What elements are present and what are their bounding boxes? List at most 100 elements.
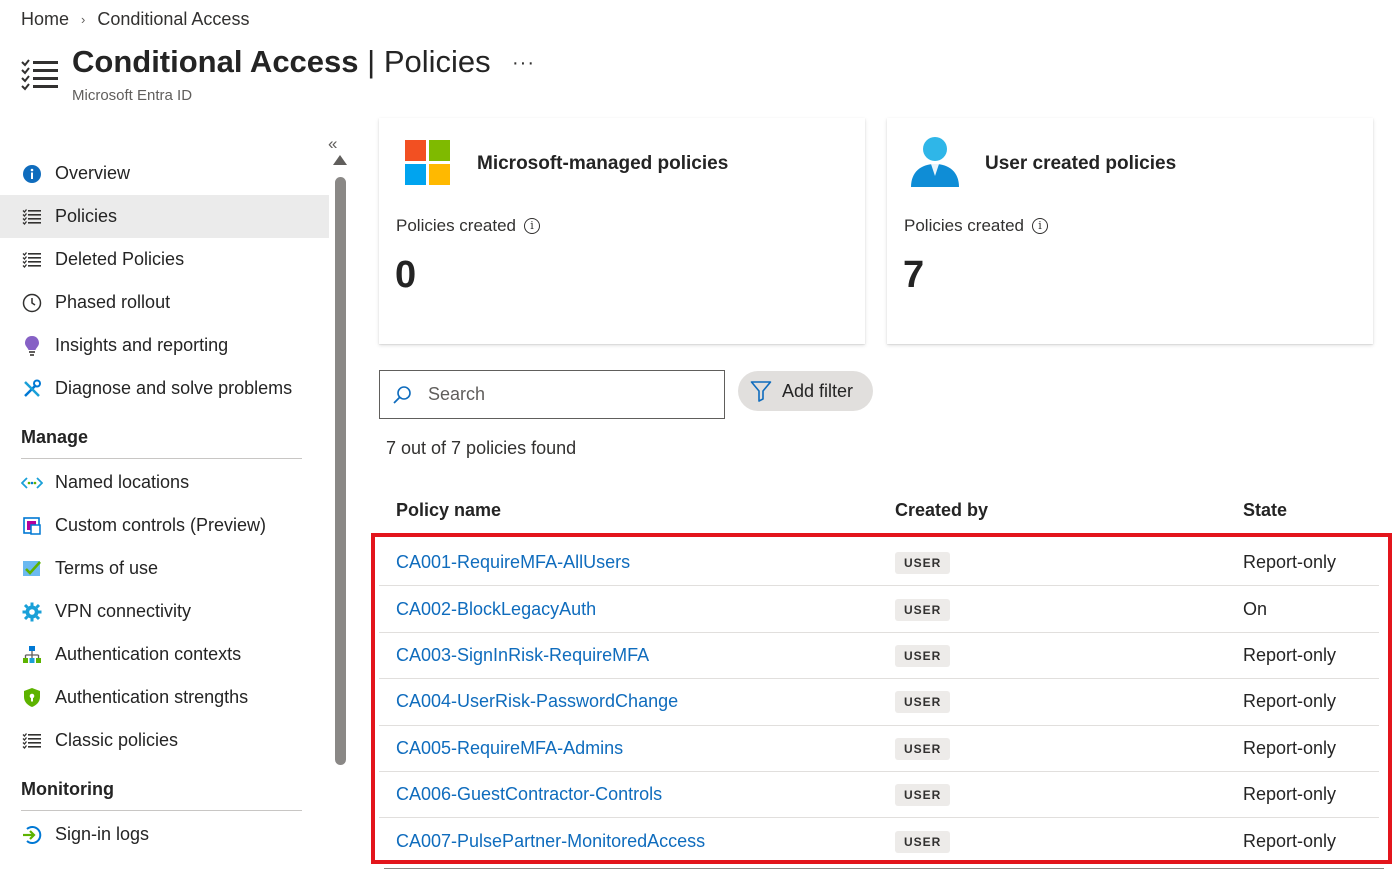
- sidebar-item-deleted-policies[interactable]: Deleted Policies: [0, 238, 329, 281]
- scroll-up-arrow-icon[interactable]: [333, 155, 347, 165]
- table-row[interactable]: CA007-PulsePartner-MonitoredAccess USER …: [379, 818, 1379, 864]
- terms-checkmark-icon: [21, 558, 43, 580]
- created-by-badge: USER: [895, 644, 951, 667]
- hierarchy-icon: [21, 644, 43, 666]
- clock-icon: [21, 292, 43, 314]
- column-header-state[interactable]: State: [1243, 500, 1373, 521]
- policy-name-link[interactable]: CA007-PulsePartner-MonitoredAccess: [396, 831, 705, 851]
- info-circle-icon[interactable]: i: [524, 218, 541, 234]
- sign-in-arrow-icon: [21, 824, 43, 846]
- search-icon: [393, 385, 411, 404]
- card-subtitle: Policies created i: [904, 216, 1049, 236]
- wrench-icon: [21, 378, 43, 400]
- add-filter-label: Add filter: [782, 380, 854, 401]
- table-header: Policy name Created by State: [379, 490, 1379, 530]
- sidebar-item-terms-of-use[interactable]: Terms of use: [0, 547, 329, 590]
- policy-state: Report-only: [1243, 784, 1337, 805]
- breadcrumb-conditional-access[interactable]: Conditional Access: [97, 9, 249, 30]
- monitoring-divider: [21, 810, 302, 811]
- policy-state: Report-only: [1243, 737, 1337, 758]
- microsoft-logo-icon: [405, 140, 450, 185]
- card-subtitle-label: Policies created: [904, 216, 1025, 235]
- policy-state: On: [1243, 598, 1268, 619]
- page-subtitle: Microsoft Entra ID: [72, 87, 193, 104]
- user-icon: [911, 137, 959, 187]
- sidebar-item-label: Diagnose and solve problems: [55, 378, 293, 398]
- policy-state: Report-only: [1243, 644, 1337, 665]
- sidebar-item-named-locations[interactable]: Named locations: [0, 461, 329, 504]
- table-bottom-divider: [384, 868, 1384, 869]
- column-header-created-by[interactable]: Created by: [878, 500, 1243, 521]
- more-options-button[interactable]: ···: [512, 52, 535, 75]
- search-input[interactable]: [428, 384, 698, 405]
- policy-state: Report-only: [1243, 552, 1337, 573]
- search-box[interactable]: [379, 370, 725, 419]
- sidebar-item-phased-rollout[interactable]: Phased rollout: [0, 281, 329, 324]
- sidebar-item-label: VPN connectivity: [55, 601, 192, 621]
- table-row[interactable]: CA006-GuestContractor-Controls USER Repo…: [379, 772, 1379, 819]
- sidebar-item-label: Classic policies: [55, 730, 179, 750]
- collapse-sidebar-button[interactable]: «: [328, 134, 337, 154]
- page-title: Conditional Access | Policies: [72, 44, 491, 80]
- result-count: 7 out of 7 policies found: [386, 438, 577, 458]
- policies-created-count: 7: [903, 254, 925, 296]
- table-row[interactable]: CA003-SignInRisk-RequireMFA USER Report-…: [379, 633, 1379, 680]
- shield-icon: [21, 687, 43, 709]
- sidebar-item-insights-reporting[interactable]: Insights and reporting: [0, 324, 329, 367]
- created-by-badge: USER: [895, 737, 951, 760]
- breadcrumb-home[interactable]: Home: [21, 9, 69, 30]
- sidebar-item-custom-controls[interactable]: Custom controls (Preview): [0, 504, 329, 547]
- table-body: CA001-RequireMFA-AllUsers USER Report-on…: [379, 540, 1379, 865]
- sidebar-item-label: Custom controls (Preview): [55, 515, 267, 535]
- table-row[interactable]: CA001-RequireMFA-AllUsers USER Report-on…: [379, 540, 1379, 587]
- sidebar-item-sign-in-logs[interactable]: Sign-in logs: [0, 813, 329, 856]
- scrollbar-thumb[interactable]: [335, 177, 346, 765]
- sidebar-item-classic-policies[interactable]: Classic policies: [0, 719, 329, 762]
- policies-created-count: 0: [395, 254, 417, 296]
- sidebar-item-label: Overview: [55, 163, 131, 183]
- breadcrumb: Home › Conditional Access: [21, 9, 249, 30]
- policy-name-link[interactable]: CA004-UserRisk-PasswordChange: [396, 691, 678, 711]
- page-title-separator: |: [358, 44, 384, 79]
- sidebar-item-label: Authentication strengths: [55, 687, 249, 707]
- sidebar-item-vpn-connectivity[interactable]: VPN connectivity: [0, 590, 329, 633]
- sidebar-nav: Overview Policies Deleted Policies Phase…: [0, 152, 329, 856]
- table-row[interactable]: CA004-UserRisk-PasswordChange USER Repor…: [379, 679, 1379, 726]
- table-row[interactable]: CA002-BlockLegacyAuth USER On: [379, 586, 1379, 633]
- chevron-right-icon: ›: [81, 12, 86, 27]
- add-filter-button[interactable]: Add filter: [738, 371, 873, 411]
- list-icon: [21, 249, 43, 271]
- sidebar-item-authentication-contexts[interactable]: Authentication contexts: [0, 633, 329, 676]
- location-arrows-icon: [21, 472, 43, 494]
- policy-name-link[interactable]: CA006-GuestContractor-Controls: [396, 784, 662, 804]
- list-icon: [21, 730, 43, 752]
- policy-name-link[interactable]: CA005-RequireMFA-Admins: [396, 738, 623, 758]
- policy-name-link[interactable]: CA003-SignInRisk-RequireMFA: [396, 645, 649, 665]
- filter-funnel-icon: [750, 381, 772, 402]
- sidebar-item-label: Insights and reporting: [55, 335, 229, 355]
- policies-table: Policy name Created by State CA001-Requi…: [379, 490, 1379, 854]
- created-by-badge: USER: [895, 552, 951, 575]
- table-row[interactable]: CA005-RequireMFA-Admins USER Report-only: [379, 726, 1379, 772]
- monitoring-heading: Monitoring: [21, 779, 114, 799]
- sidebar-item-diagnose[interactable]: Diagnose and solve problems: [0, 367, 329, 410]
- sidebar-item-label: Sign-in logs: [55, 824, 150, 844]
- gear-icon: [21, 601, 43, 623]
- sidebar-item-authentication-strengths[interactable]: Authentication strengths: [0, 676, 329, 719]
- sidebar-item-label: Phased rollout: [55, 292, 171, 312]
- manage-divider: [21, 458, 302, 459]
- policy-list-icon: [21, 59, 58, 91]
- policy-name-link[interactable]: CA002-BlockLegacyAuth: [396, 599, 596, 619]
- policy-name-link[interactable]: CA001-RequireMFA-AllUsers: [396, 552, 630, 572]
- sidebar-item-policies[interactable]: Policies: [0, 195, 329, 238]
- card-title: Microsoft-managed policies: [477, 153, 729, 174]
- sidebar-scrollbar[interactable]: [333, 155, 348, 765]
- info-icon: [21, 163, 43, 185]
- column-header-policy-name[interactable]: Policy name: [379, 500, 878, 521]
- list-icon: [21, 206, 43, 228]
- user-created-policies-card: User created policies Policies created i…: [887, 118, 1373, 344]
- info-circle-icon[interactable]: i: [1032, 218, 1049, 234]
- sidebar-item-label: Terms of use: [55, 558, 159, 578]
- sidebar-item-overview[interactable]: Overview: [0, 152, 329, 195]
- sidebar-item-label: Authentication contexts: [55, 644, 242, 664]
